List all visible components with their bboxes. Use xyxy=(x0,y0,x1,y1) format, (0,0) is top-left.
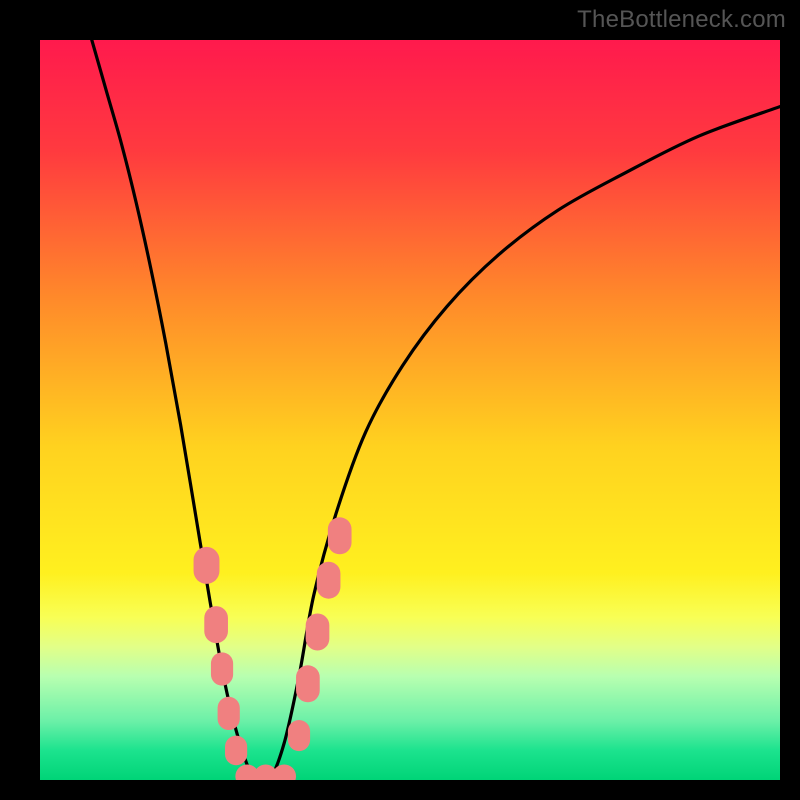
data-marker xyxy=(204,606,228,643)
plot-area xyxy=(40,40,780,780)
data-marker xyxy=(306,614,330,651)
data-marker xyxy=(288,720,310,751)
curve-layer xyxy=(40,40,780,780)
data-marker xyxy=(296,665,320,702)
data-marker xyxy=(211,652,233,685)
watermark-text: TheBottleneck.com xyxy=(577,6,786,34)
chart-frame: TheBottleneck.com xyxy=(0,0,800,800)
data-marker xyxy=(194,547,220,584)
data-marker xyxy=(225,736,247,766)
data-marker xyxy=(218,697,240,730)
data-marker xyxy=(328,517,352,554)
bottleneck-curve xyxy=(92,40,780,780)
data-marker xyxy=(317,562,341,599)
